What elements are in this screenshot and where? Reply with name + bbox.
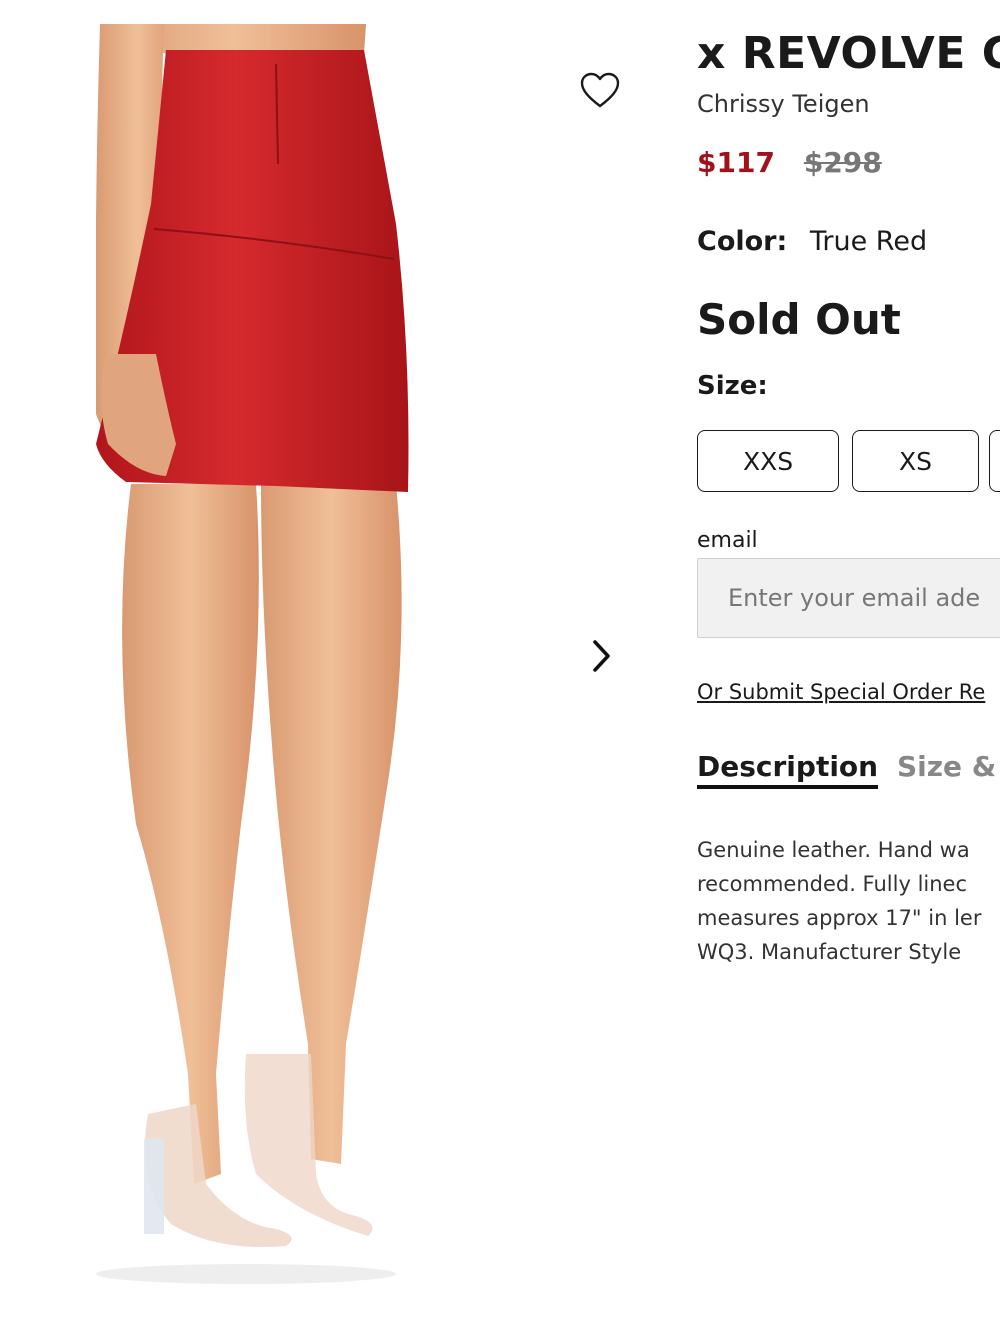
color-value: True Red [809, 226, 928, 257]
product-image [96, 24, 426, 1286]
product-title: x REVOLVE G [697, 28, 1000, 79]
size-label: Size: [697, 371, 768, 401]
size-option-next[interactable] [989, 430, 1000, 492]
sale-price: $117 [697, 146, 775, 179]
color-label: Color: [697, 226, 788, 257]
original-price: $298 [803, 146, 882, 179]
email-input[interactable] [697, 558, 1000, 638]
wishlist-heart-icon[interactable] [580, 72, 620, 110]
color-row: Color: True Red [697, 226, 927, 257]
tab-description[interactable]: Description [697, 750, 879, 789]
chevron-right-icon[interactable] [586, 636, 616, 676]
description-line: measures approx 17" in ler [697, 906, 982, 930]
size-option-xxs[interactable]: XXS [697, 430, 839, 492]
brand-name[interactable]: Chrissy Teigen [697, 90, 870, 118]
stock-status: Sold Out [697, 295, 901, 344]
product-info: x REVOLVE G Chrissy Teigen $117 $298 Col… [697, 0, 1000, 1333]
price-block: $117 $298 [697, 146, 882, 179]
description-line: recommended. Fully linec [697, 872, 968, 896]
size-option-xs[interactable]: XS [852, 430, 979, 492]
email-label: email [697, 528, 758, 553]
description-line: Genuine leather. Hand wa [697, 838, 970, 862]
tab-size-fit[interactable]: Size & [897, 750, 996, 783]
special-order-link[interactable]: Or Submit Special Order Re [697, 680, 985, 704]
description-line: WQ3. Manufacturer Style [697, 940, 962, 964]
